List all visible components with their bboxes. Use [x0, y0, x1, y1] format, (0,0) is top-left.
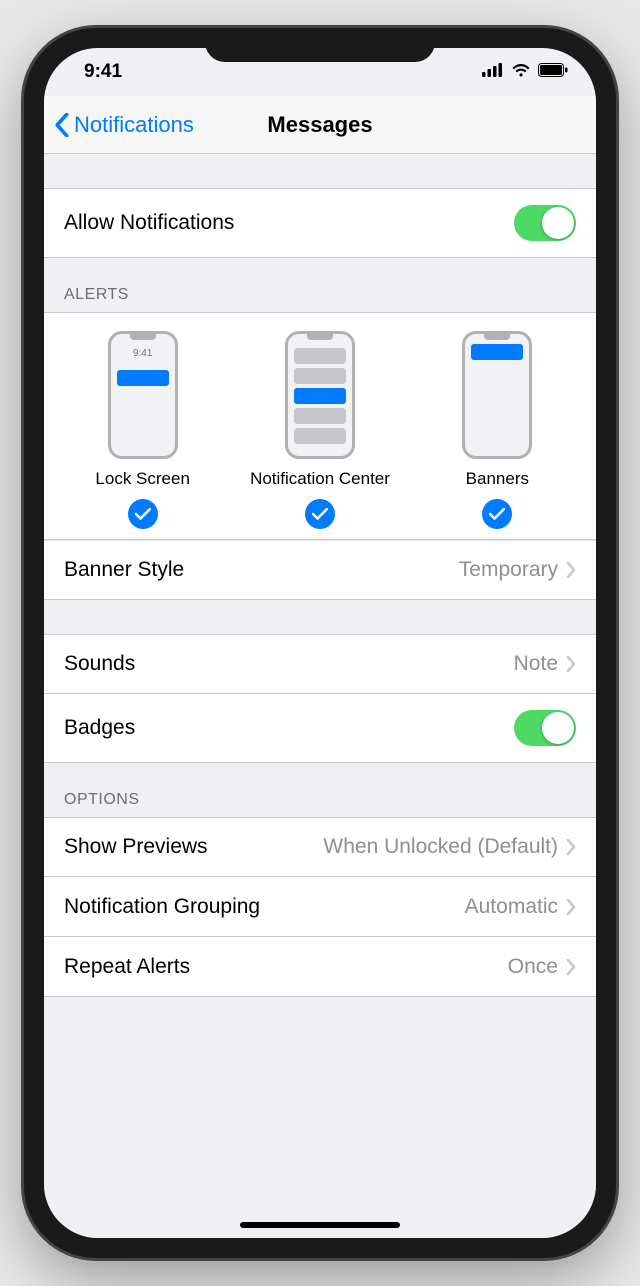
allow-notifications-row[interactable]: Allow Notifications [44, 188, 596, 258]
notification-center-label: Notification Center [250, 469, 390, 489]
spacer [44, 600, 596, 634]
notification-grouping-value: Automatic [465, 895, 558, 919]
alert-option-lock-screen[interactable]: 9:41 Lock Screen [55, 331, 231, 529]
nav-bar: Notifications Messages [44, 96, 596, 154]
badges-row[interactable]: Badges [44, 694, 596, 763]
check-icon [489, 508, 505, 520]
chevron-right-icon [566, 839, 576, 855]
badges-label: Badges [64, 716, 135, 740]
back-button[interactable]: Notifications [54, 112, 194, 138]
sounds-value: Note [514, 652, 558, 676]
chevron-left-icon [54, 113, 70, 137]
repeat-alerts-label: Repeat Alerts [64, 955, 190, 979]
cellular-icon [482, 61, 504, 83]
toggle-knob [542, 207, 574, 239]
show-previews-row[interactable]: Show Previews When Unlocked (Default) [44, 817, 596, 877]
banner-style-value: Temporary [459, 558, 558, 582]
check-icon [135, 508, 151, 520]
repeat-alerts-value: Once [508, 955, 558, 979]
allow-notifications-label: Allow Notifications [64, 211, 234, 235]
spacer [44, 154, 596, 188]
show-previews-value: When Unlocked (Default) [323, 835, 558, 859]
alert-option-notification-center[interactable]: Notification Center [232, 331, 408, 529]
sounds-row[interactable]: Sounds Note [44, 634, 596, 694]
chevron-right-icon [566, 562, 576, 578]
banner-style-row[interactable]: Banner Style Temporary [44, 540, 596, 600]
home-indicator[interactable] [240, 1222, 400, 1228]
notification-center-check[interactable] [305, 499, 335, 529]
sounds-label: Sounds [64, 652, 135, 676]
check-icon [312, 508, 328, 520]
page-title: Messages [267, 112, 372, 138]
back-label: Notifications [74, 112, 194, 138]
wifi-icon [511, 61, 531, 83]
mini-lock-time: 9:41 [111, 348, 175, 359]
banner-style-label: Banner Style [64, 558, 184, 582]
badges-toggle[interactable] [514, 710, 576, 746]
alert-option-banners[interactable]: Banners [410, 331, 586, 529]
status-icons [482, 61, 568, 83]
content-area: Allow Notifications ALERTS 9:41 Loc [44, 154, 596, 1238]
banners-icon [462, 331, 532, 459]
alerts-panel: 9:41 Lock Screen [44, 312, 596, 540]
status-time: 9:41 [84, 61, 122, 83]
toggle-knob [542, 712, 574, 744]
alert-options: 9:41 Lock Screen [54, 331, 586, 529]
show-previews-label: Show Previews [64, 835, 208, 859]
alerts-header: ALERTS [44, 258, 596, 312]
device-notch [205, 28, 435, 62]
notification-center-icon [285, 331, 355, 459]
device-frame: 9:41 Notifications Messages [24, 28, 616, 1258]
banners-label: Banners [466, 469, 529, 489]
options-header: OPTIONS [44, 763, 596, 817]
notification-grouping-row[interactable]: Notification Grouping Automatic [44, 877, 596, 937]
lock-screen-icon: 9:41 [108, 331, 178, 459]
allow-notifications-toggle[interactable] [514, 205, 576, 241]
lock-screen-check[interactable] [128, 499, 158, 529]
notification-grouping-label: Notification Grouping [64, 895, 260, 919]
screen: 9:41 Notifications Messages [44, 48, 596, 1238]
lock-screen-label: Lock Screen [95, 469, 190, 489]
banners-check[interactable] [482, 499, 512, 529]
chevron-right-icon [566, 656, 576, 672]
repeat-alerts-row[interactable]: Repeat Alerts Once [44, 937, 596, 997]
battery-icon [538, 61, 568, 83]
chevron-right-icon [566, 899, 576, 915]
chevron-right-icon [566, 959, 576, 975]
